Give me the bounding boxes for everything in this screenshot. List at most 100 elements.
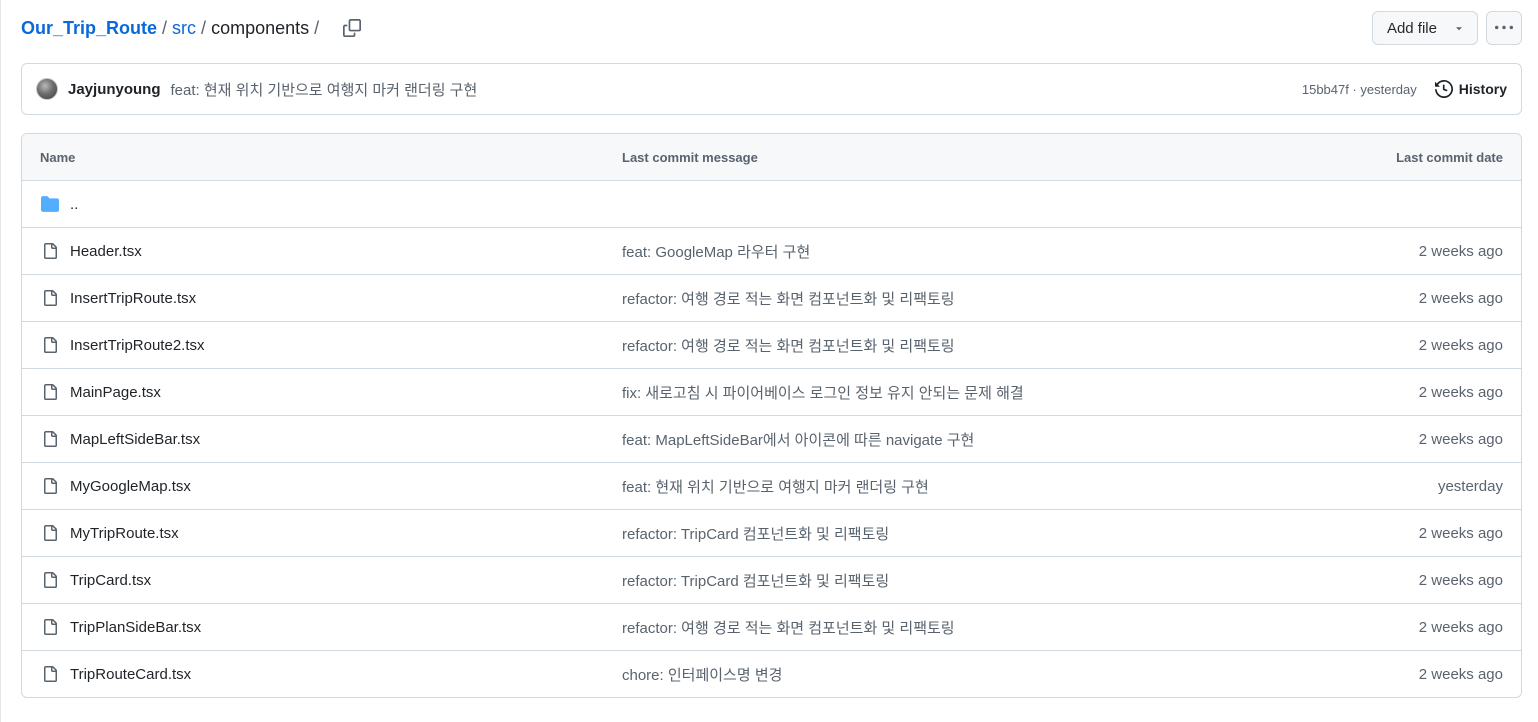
- file-icon: [40, 570, 60, 590]
- breadcrumb-separator: /: [314, 18, 320, 38]
- file-icon: [40, 288, 60, 308]
- file-icon: [40, 429, 60, 449]
- header-message: Last commit message: [622, 149, 758, 165]
- breadcrumb-src-link[interactable]: src: [172, 16, 196, 40]
- file-name-link[interactable]: InsertTripRoute.tsx: [70, 290, 196, 307]
- file-name-link[interactable]: TripRouteCard.tsx: [70, 666, 191, 683]
- triangle-down-icon: [1456, 27, 1462, 31]
- table-row[interactable]: InsertTripRoute.tsx refactor: 여행 경로 적는 화…: [22, 275, 1521, 322]
- commit-message-cell: refactor: TripCard 컴포넌트화 및 리팩토링: [622, 523, 1261, 544]
- history-button[interactable]: History: [1434, 80, 1507, 98]
- commit-right: 15bb47f · yesterday History: [1302, 80, 1507, 98]
- file-icon: [40, 335, 60, 355]
- file-icon: [40, 523, 60, 543]
- commit-message-cell: feat: 현재 위치 기반으로 여행지 마커 랜더링 구현: [622, 476, 1261, 497]
- commit-message-link[interactable]: chore: 인터페이스명 변경: [622, 667, 782, 684]
- table-row[interactable]: Header.tsx feat: GoogleMap 라우터 구현 2 week…: [22, 228, 1521, 275]
- commit-date-cell: 2 weeks ago: [1418, 336, 1503, 354]
- commit-message-link[interactable]: refactor: TripCard 컴포넌트화 및 리팩토링: [622, 573, 889, 590]
- file-name-link[interactable]: InsertTripRoute2.tsx: [70, 337, 205, 354]
- header-name: Name: [40, 149, 76, 165]
- avatar[interactable]: [36, 78, 58, 100]
- file-icon: [40, 617, 60, 637]
- commit-date-cell: 2 weeks ago: [1418, 571, 1503, 589]
- commit-message-link[interactable]: refactor: TripCard 컴포넌트화 및 리팩토링: [622, 526, 889, 543]
- table-row[interactable]: MyTripRoute.tsx refactor: TripCard 컴포넌트화…: [22, 510, 1521, 557]
- commit-author-link[interactable]: Jayjunyoung: [68, 81, 161, 98]
- file-name-link[interactable]: MapLeftSideBar.tsx: [70, 431, 200, 448]
- folder-icon: [40, 194, 60, 214]
- commit-message-link[interactable]: refactor: 여행 경로 적는 화면 컴포넌트화 및 리팩토링: [622, 338, 955, 355]
- commit-message-link[interactable]: feat: 현재 위치 기반으로 여행지 마커 랜더링 구현: [622, 479, 929, 496]
- commit-message-link[interactable]: feat: MapLeftSideBar에서 아이콘에 따른 navigate …: [622, 432, 974, 449]
- table-row[interactable]: InsertTripRoute2.tsx refactor: 여행 경로 적는 …: [22, 322, 1521, 369]
- file-name-cell: TripCard.tsx: [22, 570, 622, 590]
- file-name-link[interactable]: TripCard.tsx: [70, 572, 151, 589]
- copy-path-button[interactable]: [338, 14, 366, 42]
- commit-message-link[interactable]: feat: GoogleMap 라우터 구현: [622, 244, 810, 261]
- table-row[interactable]: TripRouteCard.tsx chore: 인터페이스명 변경 2 wee…: [22, 651, 1521, 697]
- top-bar: Our_Trip_Route / src / components / Add …: [21, 8, 1522, 48]
- table-row[interactable]: TripCard.tsx refactor: TripCard 컴포넌트화 및 …: [22, 557, 1521, 604]
- commit-date-cell: 2 weeks ago: [1418, 665, 1503, 683]
- table-row[interactable]: TripPlanSideBar.tsx refactor: 여행 경로 적는 화…: [22, 604, 1521, 651]
- table-row[interactable]: MapLeftSideBar.tsx feat: MapLeftSideBar에…: [22, 416, 1521, 463]
- commit-date-cell: 2 weeks ago: [1418, 618, 1503, 636]
- commit-date-cell: 2 weeks ago: [1418, 430, 1503, 448]
- commit-message-link[interactable]: feat: 현재 위치 기반으로 여행지 마커 랜더링 구현: [171, 79, 478, 100]
- commit-message-cell: refactor: 여행 경로 적는 화면 컴포넌트화 및 리팩토링: [622, 617, 1261, 638]
- add-file-label: Add file: [1386, 19, 1437, 37]
- parent-directory-cell: ..: [22, 194, 622, 214]
- file-name-link[interactable]: TripPlanSideBar.tsx: [70, 619, 201, 636]
- more-options-button[interactable]: [1486, 11, 1522, 45]
- commit-message-link[interactable]: fix: 새로고침 시 파이어베이스 로그인 정보 유지 안되는 문제 해결: [622, 385, 1024, 402]
- breadcrumb-separator: /: [201, 18, 207, 38]
- commit-date-cell: 2 weeks ago: [1418, 383, 1503, 401]
- commit-date-cell: yesterday: [1437, 477, 1503, 495]
- breadcrumb-current-dir: components: [211, 18, 310, 38]
- file-table: Name Last commit message Last commit dat…: [21, 133, 1522, 698]
- commit-date-cell: 2 weeks ago: [1418, 242, 1503, 260]
- breadcrumb-repo-link[interactable]: Our_Trip_Route: [21, 16, 157, 40]
- file-name-cell: InsertTripRoute2.tsx: [22, 335, 622, 355]
- breadcrumb: Our_Trip_Route / src / components /: [21, 16, 324, 40]
- file-name-cell: MyTripRoute.tsx: [22, 523, 622, 543]
- top-actions: Add file: [1371, 11, 1522, 45]
- table-row[interactable]: MyGoogleMap.tsx feat: 현재 위치 기반으로 여행지 마커 …: [22, 463, 1521, 510]
- commit-sha-time[interactable]: 15bb47f · yesterday: [1302, 82, 1417, 97]
- file-name-cell: Header.tsx: [22, 241, 622, 261]
- commit-message-cell: refactor: 여행 경로 적는 화면 컴포넌트화 및 리팩토링: [622, 335, 1261, 356]
- commit-message-cell: refactor: 여행 경로 적는 화면 컴포넌트화 및 리팩토링: [622, 288, 1261, 309]
- commit-message-cell: refactor: TripCard 컴포넌트화 및 리팩토링: [622, 570, 1261, 591]
- commit-message-link[interactable]: refactor: 여행 경로 적는 화면 컴포넌트화 및 리팩토링: [622, 620, 955, 637]
- file-name-cell: MapLeftSideBar.tsx: [22, 429, 622, 449]
- add-file-button[interactable]: Add file: [1371, 11, 1478, 45]
- file-icon: [40, 476, 60, 496]
- file-name-link[interactable]: MainPage.tsx: [70, 384, 161, 401]
- history-label: History: [1458, 81, 1507, 97]
- file-name-cell: TripRouteCard.tsx: [22, 664, 622, 684]
- latest-commit-bar: Jayjunyoung feat: 현재 위치 기반으로 여행지 마커 랜더링 …: [21, 63, 1522, 115]
- file-name-link[interactable]: Header.tsx: [70, 243, 142, 260]
- history-icon: [1434, 80, 1453, 98]
- file-name-cell: MainPage.tsx: [22, 382, 622, 402]
- file-browser-page: Our_Trip_Route / src / components / Add …: [0, 0, 1538, 722]
- parent-directory-link[interactable]: ..: [70, 196, 78, 213]
- commit-message-link[interactable]: refactor: 여행 경로 적는 화면 컴포넌트화 및 리팩토링: [622, 291, 955, 308]
- commit-message-cell: fix: 새로고침 시 파이어베이스 로그인 정보 유지 안되는 문제 해결: [622, 382, 1261, 403]
- file-name-cell: InsertTripRoute.tsx: [22, 288, 622, 308]
- file-rows: Header.tsx feat: GoogleMap 라우터 구현 2 week…: [22, 228, 1521, 697]
- file-name-link[interactable]: MyGoogleMap.tsx: [70, 478, 191, 495]
- parent-directory-row[interactable]: ..: [22, 181, 1521, 228]
- commit-date-cell: 2 weeks ago: [1418, 524, 1503, 542]
- table-row[interactable]: MainPage.tsx fix: 새로고침 시 파이어베이스 로그인 정보 유…: [22, 369, 1521, 416]
- file-icon: [40, 664, 60, 684]
- copy-icon: [343, 19, 362, 37]
- kebab-horizontal-icon: [1495, 25, 1513, 30]
- commit-message-cell: chore: 인터페이스명 변경: [622, 664, 1261, 685]
- file-name-link[interactable]: MyTripRoute.tsx: [70, 525, 179, 542]
- file-name-cell: TripPlanSideBar.tsx: [22, 617, 622, 637]
- table-header: Name Last commit message Last commit dat…: [22, 134, 1521, 181]
- breadcrumb-separator: /: [162, 18, 168, 38]
- file-icon: [40, 382, 60, 402]
